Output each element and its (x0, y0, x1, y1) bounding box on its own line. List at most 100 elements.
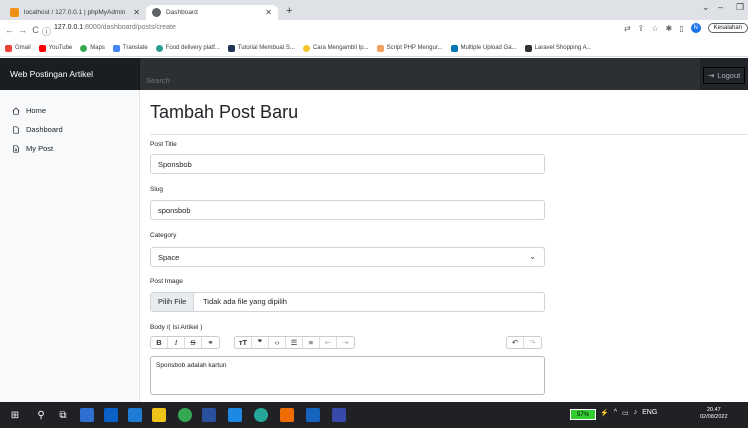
share-icon[interactable]: ⇪ (638, 24, 645, 33)
editor-toolbar: B I S ⚭ ᴛT ❞ ‹› ☰ ≡ ⇤ ⇥ ↶ ↷ (150, 336, 545, 350)
file-icon (13, 125, 19, 134)
bookmark-label: Maps (90, 45, 105, 51)
translate-icon[interactable]: ⇄ (624, 24, 631, 33)
edge-icon[interactable] (104, 408, 118, 422)
browser-tab-phpmyadmin[interactable]: localhost / 127.0.0.1 | phpMyAdmin ✕ (4, 5, 146, 20)
code-icon[interactable]: ‹› (269, 337, 286, 348)
volume-icon[interactable]: ♪ (634, 409, 638, 417)
logout-button[interactable]: ⇥ Logout (703, 67, 746, 84)
search-icon[interactable]: ⚲ (34, 408, 48, 422)
sidebar-item-label: Dashboard (26, 125, 63, 134)
outdent-icon[interactable]: ⇤ (320, 337, 337, 348)
sidebar-item-dashboard[interactable]: Dashboard (0, 121, 139, 140)
search-input[interactable] (140, 58, 700, 90)
bookmark-label: Gmail (15, 45, 31, 51)
indent-icon[interactable]: ⇥ (337, 337, 354, 348)
bookmark-gmail[interactable]: Gmail (5, 44, 31, 52)
power-icon[interactable]: ⚡ (600, 409, 609, 417)
link-icon[interactable]: ⚭ (202, 337, 219, 348)
app-icon[interactable] (332, 408, 346, 422)
extensions-icon[interactable]: ✱ (666, 24, 673, 33)
bookmark-laravel[interactable]: Laravel Shopping A... (524, 44, 592, 52)
gmail-icon (5, 44, 12, 52)
network-icon[interactable]: ▭ (622, 409, 629, 417)
windows-start-icon[interactable]: ⊞ (8, 408, 22, 422)
forward-icon[interactable]: → (16, 25, 29, 35)
bookmark-label: Food delivery platf... (165, 45, 220, 51)
slug-input[interactable]: sponsbob (150, 200, 545, 220)
sidebar-item-home[interactable]: Home (0, 102, 139, 121)
code-icon (450, 44, 458, 52)
category-select[interactable]: Space ⌄ (150, 247, 545, 267)
sidebar: Home Dashboard My Post (0, 90, 140, 402)
error-chip[interactable]: Kesalahan (707, 23, 748, 33)
bookmark-tutorial[interactable]: Tutorial Membuat S... (227, 44, 295, 52)
chevron-up-icon[interactable]: ^ (614, 409, 617, 417)
bookmark-food[interactable]: Food delivery platf... (155, 44, 220, 52)
post-title-input[interactable]: Sponsbob (150, 154, 545, 174)
strike-icon[interactable]: S (185, 337, 202, 348)
store-icon[interactable] (128, 408, 142, 422)
bookmark-translate[interactable]: Translate (112, 44, 148, 52)
bookmarks-bar: Gmail YouTube Maps Translate Food delive… (0, 40, 748, 57)
tab-title: Dashboard (166, 9, 198, 16)
brand-logo[interactable]: Web Postingan Artikel (0, 58, 140, 90)
category-label: Category (150, 232, 177, 239)
bookmark-maps[interactable]: Maps (80, 44, 105, 52)
vscode-icon[interactable] (228, 408, 242, 422)
sidepanel-icon[interactable]: ▯ (679, 24, 683, 33)
bookmark-ip[interactable]: Cara Mengambil Ip... (302, 44, 369, 52)
body-editor[interactable]: Sponsbob adalah kartun (150, 356, 545, 395)
star-icon[interactable]: ☆ (651, 24, 658, 33)
redo-icon[interactable]: ↷ (524, 337, 541, 348)
site-icon (376, 44, 384, 52)
bookmark-php[interactable]: Script PHP Mengur... (376, 44, 443, 52)
app-icon[interactable] (280, 408, 294, 422)
url-field[interactable]: 127.0.0.1:8000/dashboard/posts/create (54, 24, 176, 31)
bold-icon[interactable]: B (151, 337, 168, 348)
tab-search-icon[interactable]: ⌄ (702, 2, 710, 13)
file-explorer-icon[interactable] (152, 408, 166, 422)
globe-icon (155, 44, 163, 52)
taskbar: ⊞ ⚲ ⧉ 57% ⚡ ^ ▭ ♪ ENG 20.47 02/08/2022 (0, 402, 748, 428)
chrome-icon[interactable] (178, 408, 192, 422)
avatar[interactable]: N (690, 23, 701, 33)
close-tab-icon[interactable]: ✕ (133, 8, 140, 17)
browser-tab-dashboard[interactable]: Dashboard ✕ (146, 5, 278, 20)
system-tray: ⚡ ^ ▭ ♪ ENG (600, 409, 657, 417)
heading-icon[interactable]: ᴛT (235, 337, 252, 348)
language-indicator[interactable]: ENG (642, 409, 657, 417)
bullet-list-icon[interactable]: ☰ (286, 337, 303, 348)
time: 20.47 (706, 407, 721, 413)
close-tab-icon[interactable]: ✕ (265, 8, 272, 17)
back-icon[interactable]: ← (3, 25, 16, 35)
sidebar-item-label: My Post (26, 144, 54, 153)
italic-icon[interactable]: I (168, 337, 185, 348)
chrome-icon[interactable] (254, 408, 268, 422)
clock[interactable]: 20.47 02/08/2022 (700, 407, 728, 420)
post-image-input[interactable]: Pilih File Tidak ada file yang dipilih (150, 292, 545, 312)
word-icon[interactable] (306, 408, 320, 422)
new-tab-icon[interactable]: + (286, 5, 292, 17)
quote-icon[interactable]: ❞ (252, 337, 269, 348)
app-icon[interactable] (202, 408, 216, 422)
battery-indicator[interactable]: 57% (570, 409, 596, 420)
logout-label: Logout (717, 71, 741, 80)
task-view-icon[interactable]: ⧉ (56, 408, 70, 422)
smile-icon (302, 44, 310, 52)
sidebar-item-my-post[interactable]: My Post (0, 140, 139, 159)
number-list-icon[interactable]: ≡ (303, 337, 320, 348)
url-port: :8000 (83, 24, 101, 31)
restore-icon[interactable]: ❐ (736, 2, 744, 13)
globe-icon (152, 8, 161, 17)
main-content: Tambah Post Baru Post Title Sponsbob Slu… (150, 90, 748, 402)
undo-icon[interactable]: ↶ (507, 337, 524, 348)
minimize-icon[interactable]: – (718, 2, 723, 12)
app-icon[interactable] (80, 408, 94, 422)
address-bar: ← → C ⓘ 127.0.0.1:8000/dashboard/posts/c… (0, 20, 748, 40)
site-icon (227, 44, 235, 52)
bookmark-youtube[interactable]: YouTube (38, 44, 72, 52)
url-host: 127.0.0.1 (54, 24, 84, 31)
bookmark-upload[interactable]: Multiple Upload Ga... (450, 44, 517, 52)
choose-file-button[interactable]: Pilih File (151, 293, 195, 311)
